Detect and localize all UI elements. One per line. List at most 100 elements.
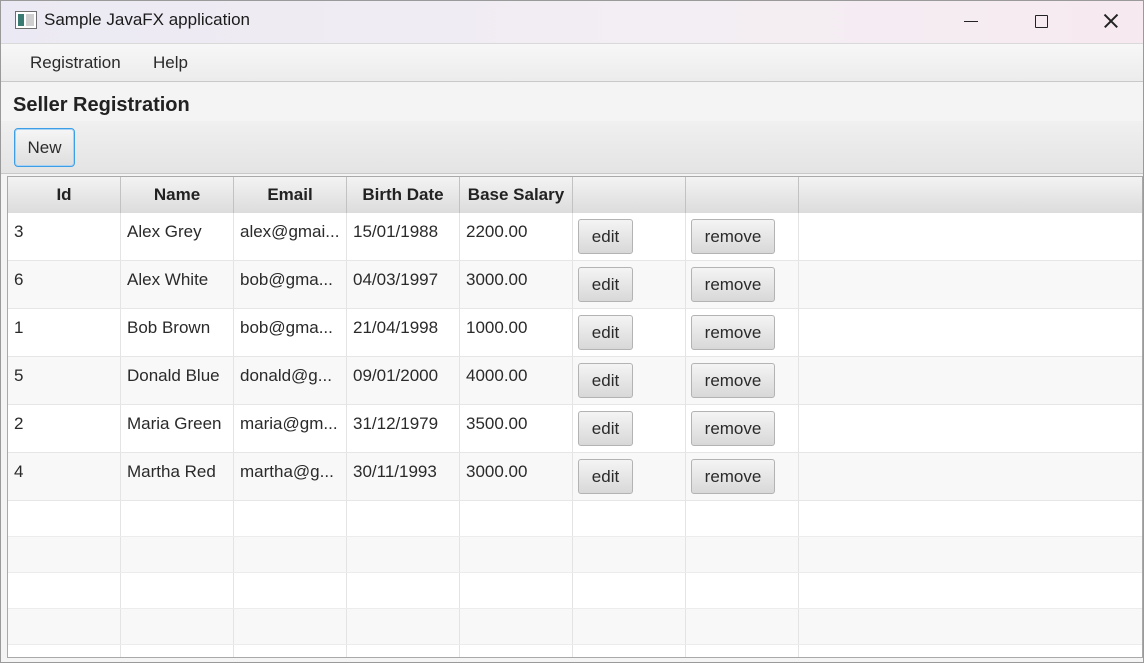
empty-cell	[234, 609, 347, 644]
column-header-name[interactable]: Name	[121, 177, 234, 213]
cell-email: donald@g...	[234, 357, 347, 404]
cell-email: bob@gma...	[234, 261, 347, 308]
table-row[interactable]: 4 Martha Red martha@g... 30/11/1993 3000.00 e…	[8, 453, 1142, 501]
empty-cell	[8, 537, 121, 572]
edit-button[interactable]: edit	[578, 219, 633, 254]
empty-cell	[347, 537, 460, 572]
column-header-base-salary[interactable]: Base Salary	[460, 177, 573, 213]
table-row[interactable]: 5 Donald Blue donald@g... 09/01/2000 4000.00…	[8, 357, 1142, 405]
minimize-icon	[964, 20, 978, 22]
table-row[interactable]: 1 Bob Brown bob@gma... 21/04/1998 1000.00 edi…	[8, 309, 1142, 357]
table-row[interactable]: 3 Alex Grey alex@gmai... 15/01/1988 2200.00 e…	[8, 213, 1142, 261]
cell-edit: edit	[573, 405, 686, 452]
cell-name: Maria Green	[121, 405, 234, 452]
window-title: Sample JavaFX application	[44, 10, 251, 29]
remove-button[interactable]: remove	[691, 315, 775, 350]
minimize-button[interactable]	[936, 1, 1006, 41]
cell-remove: remove	[686, 213, 799, 260]
empty-cell	[234, 501, 347, 536]
column-header-id[interactable]: Id	[8, 177, 121, 213]
java-app-icon	[15, 11, 37, 29]
empty-cell	[347, 645, 460, 657]
cell-email: alex@gmai...	[234, 213, 347, 260]
cell-birth-date: 04/03/1997	[347, 261, 460, 308]
empty-cell	[799, 645, 1142, 657]
cell-base-salary: 3000.00	[460, 453, 573, 500]
empty-cell	[460, 609, 573, 644]
remove-button[interactable]: remove	[691, 219, 775, 254]
menu-help[interactable]: Help	[153, 53, 188, 73]
empty-cell	[121, 537, 234, 572]
new-seller-button[interactable]: New	[14, 128, 75, 167]
column-header-filler	[799, 177, 1142, 213]
empty-cell	[799, 573, 1142, 608]
column-header-edit[interactable]	[573, 177, 686, 213]
empty-cell	[686, 537, 799, 572]
cell-remove: remove	[686, 453, 799, 500]
cell-id: 5	[8, 357, 121, 404]
edit-button[interactable]: edit	[578, 267, 633, 302]
menu-registration[interactable]: Registration	[30, 53, 121, 73]
empty-table-row	[8, 573, 1142, 609]
column-header-email[interactable]: Email	[234, 177, 347, 213]
cell-birth-date: 09/01/2000	[347, 357, 460, 404]
empty-cell	[460, 537, 573, 572]
cell-edit: edit	[573, 213, 686, 260]
cell-remove: remove	[686, 309, 799, 356]
empty-cell	[8, 501, 121, 536]
cell-email: maria@gm...	[234, 405, 347, 452]
empty-cell	[686, 609, 799, 644]
edit-button[interactable]: edit	[578, 459, 633, 494]
cell-remove: remove	[686, 405, 799, 452]
empty-cell	[347, 609, 460, 644]
cell-name: Alex Grey	[121, 213, 234, 260]
remove-button[interactable]: remove	[691, 459, 775, 494]
cell-id: 3	[8, 213, 121, 260]
remove-button[interactable]: remove	[691, 363, 775, 398]
empty-cell	[460, 645, 573, 657]
cell-birth-date: 21/04/1998	[347, 309, 460, 356]
edit-button[interactable]: edit	[578, 315, 633, 350]
empty-cell	[460, 501, 573, 536]
app-window: Sample JavaFX application Registration H…	[0, 0, 1144, 663]
cell-edit: edit	[573, 357, 686, 404]
maximize-button[interactable]	[1006, 1, 1076, 41]
empty-cell	[573, 501, 686, 536]
edit-button[interactable]: edit	[578, 363, 633, 398]
cell-edit: edit	[573, 309, 686, 356]
toolbar: New	[1, 121, 1143, 174]
empty-cell	[121, 501, 234, 536]
cell-birth-date: 31/12/1979	[347, 405, 460, 452]
cell-remove: remove	[686, 357, 799, 404]
empty-cell	[234, 573, 347, 608]
empty-cell	[799, 609, 1142, 644]
seller-table[interactable]: Id Name Email Birth Date Base Salary 3 Al…	[7, 176, 1143, 658]
table-row[interactable]: 2 Maria Green maria@gm... 31/12/1979 3500.00…	[8, 405, 1142, 453]
edit-button[interactable]: edit	[578, 411, 633, 446]
cell-birth-date: 15/01/1988	[347, 213, 460, 260]
cell-base-salary: 3500.00	[460, 405, 573, 452]
table-row[interactable]: 6 Alex White bob@gma... 04/03/1997 3000.00 ed…	[8, 261, 1142, 309]
empty-cell	[8, 573, 121, 608]
cell-edit: edit	[573, 453, 686, 500]
empty-table-row	[8, 609, 1142, 645]
cell-name: Alex White	[121, 261, 234, 308]
column-header-birth-date[interactable]: Birth Date	[347, 177, 460, 213]
cell-id: 4	[8, 453, 121, 500]
title-bar[interactable]: Sample JavaFX application	[1, 1, 1143, 44]
table-header: Id Name Email Birth Date Base Salary	[8, 177, 1142, 214]
maximize-icon	[1034, 14, 1048, 28]
remove-button[interactable]: remove	[691, 411, 775, 446]
cell-filler	[799, 357, 1142, 404]
empty-cell	[234, 537, 347, 572]
remove-button[interactable]: remove	[691, 267, 775, 302]
cell-base-salary: 3000.00	[460, 261, 573, 308]
menu-bar: Registration Help	[1, 44, 1143, 82]
cell-id: 1	[8, 309, 121, 356]
empty-cell	[686, 501, 799, 536]
empty-cell	[686, 573, 799, 608]
empty-cell	[460, 573, 573, 608]
column-header-remove[interactable]	[686, 177, 799, 213]
close-button[interactable]	[1076, 1, 1144, 41]
empty-cell	[121, 609, 234, 644]
